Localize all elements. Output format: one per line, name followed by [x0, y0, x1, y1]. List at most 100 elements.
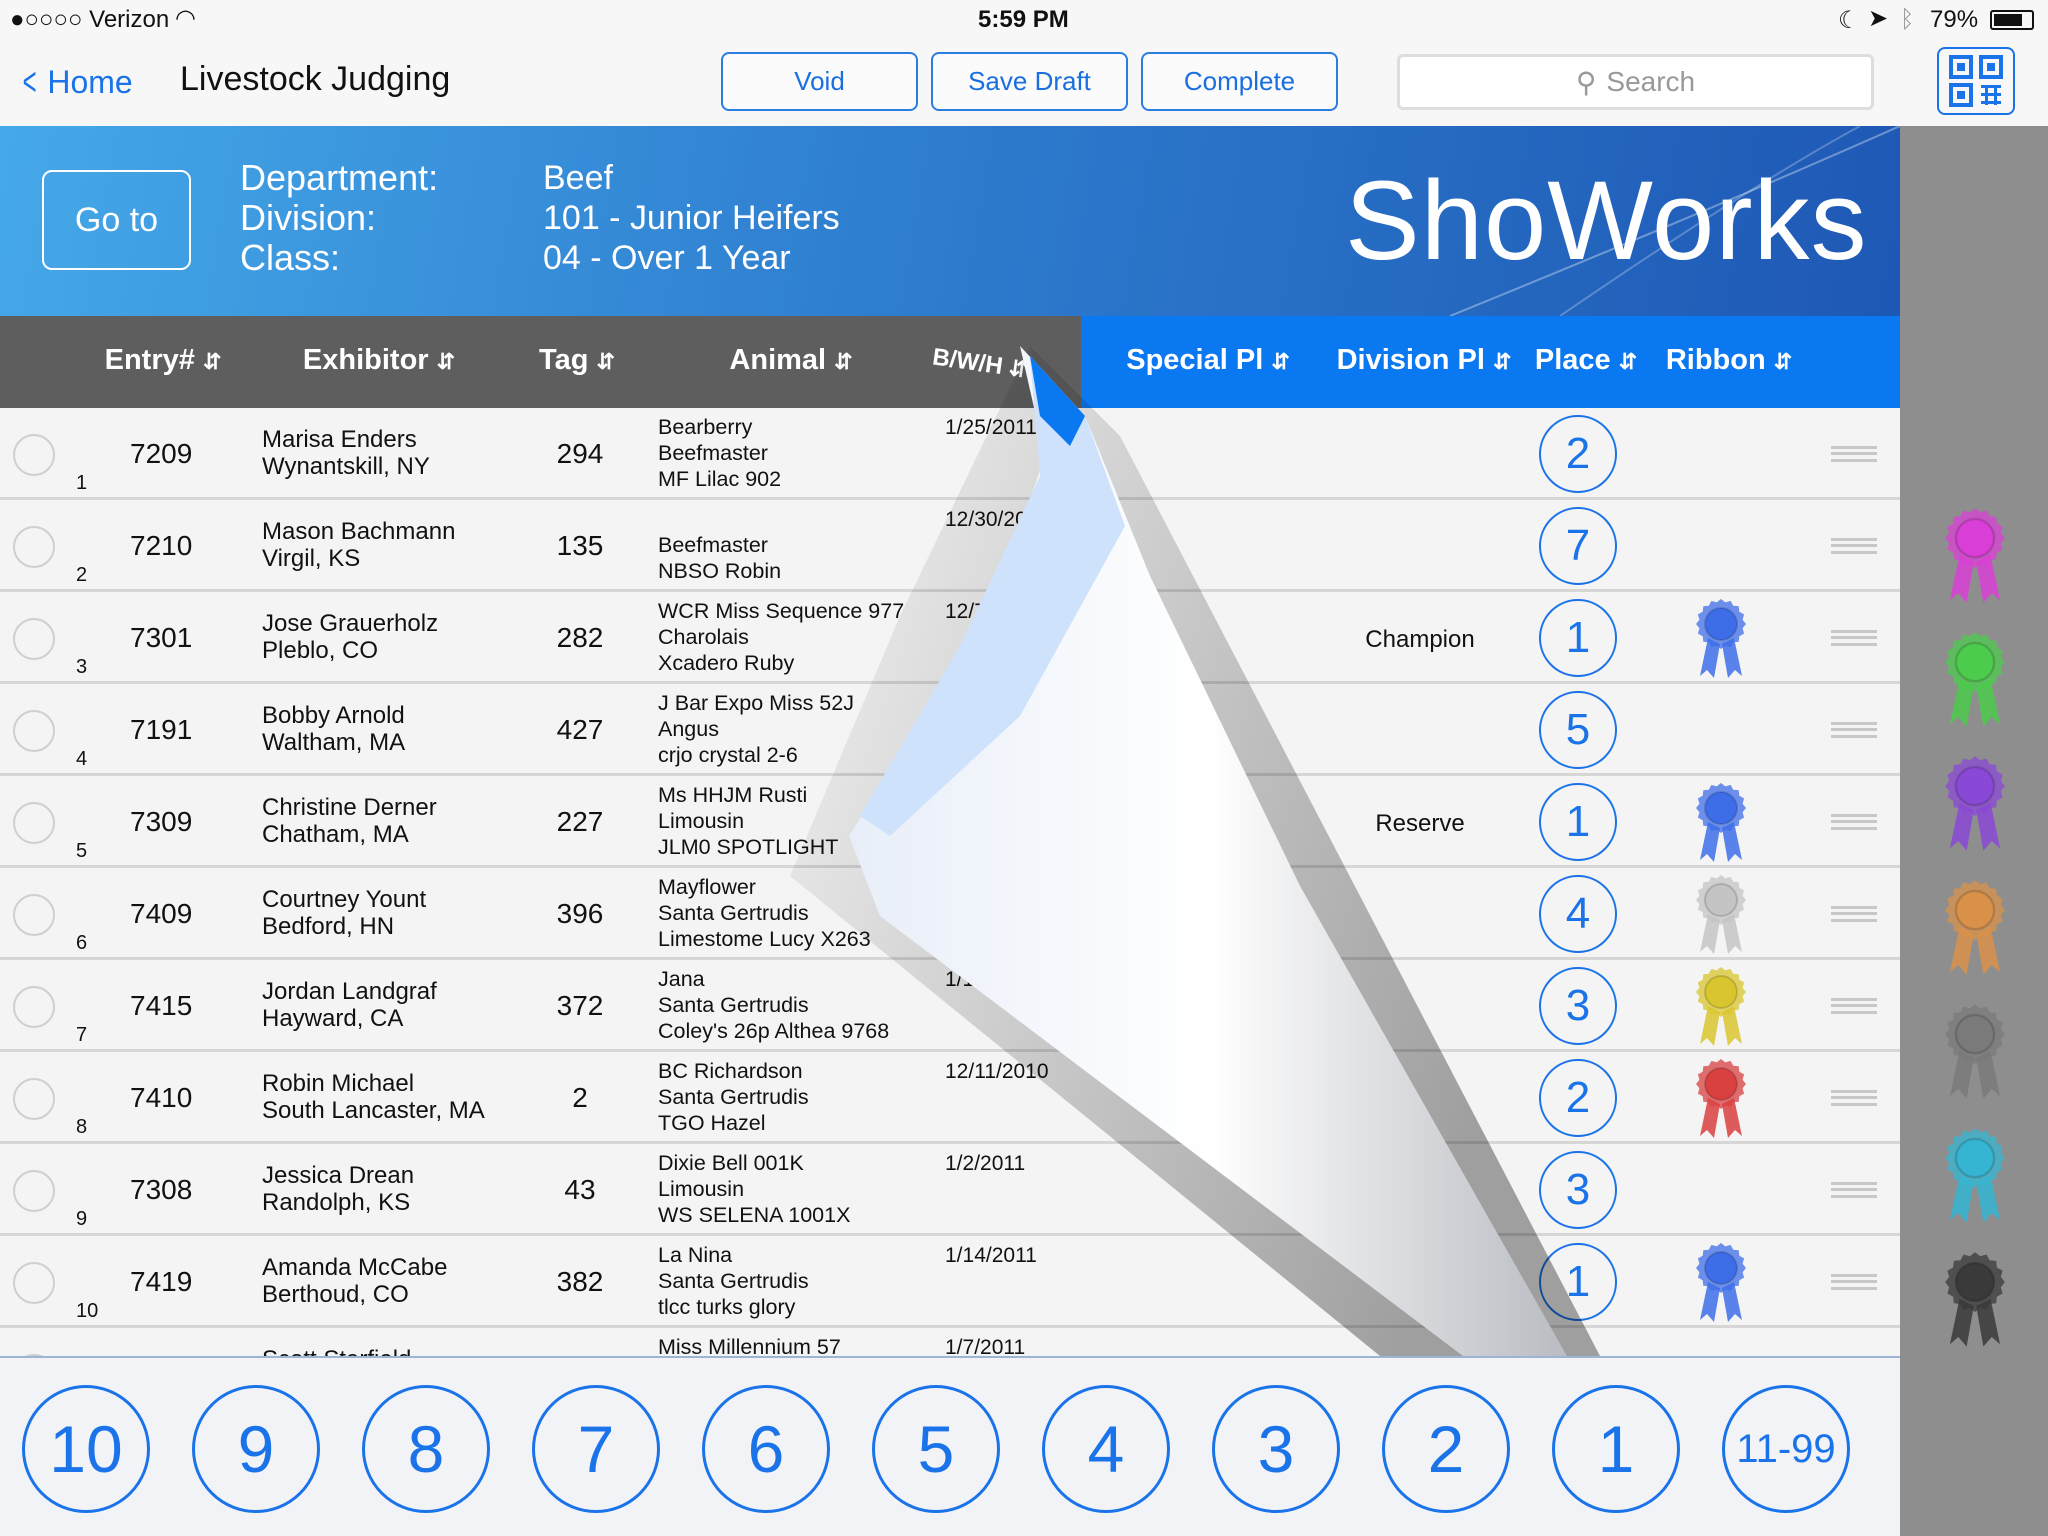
select-radio[interactable] — [13, 710, 55, 752]
ribbon-icon[interactable] — [1692, 1058, 1750, 1140]
save-draft-button[interactable]: Save Draft — [931, 52, 1128, 111]
drag-handle-icon[interactable] — [1831, 814, 1877, 830]
ribbon-option-icon[interactable] — [1940, 507, 2010, 605]
table-row[interactable]: 9 7308 Jessica Drean Randolph, KS 43 Dixie Be… — [0, 1144, 1900, 1236]
drag-handle-icon[interactable] — [1831, 446, 1877, 462]
place-circle[interactable]: 1 — [1539, 783, 1617, 861]
select-radio[interactable] — [13, 802, 55, 844]
drag-handle-icon[interactable] — [1831, 630, 1877, 646]
drag-handle-icon[interactable] — [1831, 1090, 1877, 1106]
column-animal[interactable]: Animal ⇵ — [729, 344, 852, 377]
clock: 5:59 PM — [978, 6, 1069, 33]
search-icon: ⚲ — [1575, 66, 1597, 98]
place-circle[interactable]: 4 — [1539, 875, 1617, 953]
place-circle[interactable]: 1 — [1539, 1243, 1617, 1321]
complete-button[interactable]: Complete — [1141, 52, 1338, 111]
animal-registered-name: Coley's 26p Althea 9768 — [658, 1019, 890, 1043]
column-place[interactable]: Place ⇵ — [1535, 344, 1637, 377]
place-circle[interactable]: 2 — [1539, 1059, 1617, 1137]
table-row[interactable]: 10 7419 Amanda McCabe Berthoud, CO 382 La Nin… — [0, 1236, 1900, 1328]
go-to-button[interactable]: Go to — [42, 170, 191, 270]
select-radio[interactable] — [13, 1170, 55, 1212]
search-input[interactable]: ⚲ Search — [1397, 54, 1874, 110]
ribbon-icon[interactable] — [1692, 1242, 1750, 1324]
animal-name: La Nina — [658, 1243, 733, 1267]
ribbon-option-icon[interactable] — [1940, 1127, 2010, 1225]
ribbon-icon[interactable] — [1692, 966, 1750, 1048]
exhibitor-location: Virgil, KS — [262, 545, 361, 572]
column-entry[interactable]: Entry# ⇵ — [105, 344, 222, 377]
animal-breed: Limousin — [658, 809, 745, 833]
select-radio[interactable] — [13, 618, 55, 660]
ribbon-icon[interactable] — [1692, 874, 1750, 956]
ribbon-option-icon[interactable] — [1940, 1003, 2010, 1101]
tag-number: 294 — [556, 438, 604, 469]
select-radio[interactable] — [13, 986, 55, 1028]
table-row[interactable]: 8 7410 Robin Michael South Lancaster, MA 2 BC… — [0, 1052, 1900, 1144]
ribbon-icon[interactable] — [1692, 598, 1750, 680]
sort-icon: ⇵ — [1492, 349, 1512, 374]
animal-name: Dixie Bell 001K — [658, 1151, 804, 1175]
exhibitor-location: Chatham, MA — [262, 821, 409, 848]
table-row[interactable]: 4 7191 Bobby Arnold Waltham, MA 427 J Bar Exp… — [0, 684, 1900, 776]
place-button-7[interactable]: 7 — [532, 1385, 660, 1513]
drag-handle-icon[interactable] — [1831, 538, 1877, 554]
ribbon-option-icon[interactable] — [1940, 879, 2010, 977]
select-radio[interactable] — [13, 894, 55, 936]
place-button-11-99[interactable]: 11-99 — [1722, 1385, 1850, 1513]
drag-handle-icon[interactable] — [1831, 1274, 1877, 1290]
ribbon-option-icon[interactable] — [1940, 631, 2010, 729]
select-radio[interactable] — [13, 434, 55, 476]
back-button[interactable]: < Home — [18, 60, 133, 105]
select-radio[interactable] — [13, 1262, 55, 1304]
bluetooth-icon: ᛒ — [1900, 6, 1915, 33]
table-row[interactable]: 2 7210 Mason Bachmann Virgil, KS 135 Beefmast… — [0, 500, 1900, 592]
table-row[interactable]: 7 7415 Jordan Landgraf Hayward, CA 372 Jana Sa… — [0, 960, 1900, 1052]
exhibitor-location: Bedford, HN — [262, 913, 395, 940]
tag-number: 427 — [556, 714, 604, 745]
entry-number: 7415 — [130, 990, 193, 1021]
place-button-4[interactable]: 4 — [1042, 1385, 1170, 1513]
void-button[interactable]: Void — [721, 52, 918, 111]
place-circle[interactable]: 3 — [1539, 967, 1617, 1045]
ribbon-option-icon[interactable] — [1940, 755, 2010, 853]
column-exhibitor[interactable]: Exhibitor ⇵ — [303, 344, 455, 377]
qr-scan-button[interactable] — [1937, 47, 2015, 115]
table-row[interactable]: 3 7301 Jose Grauerholz Pleblo, CO 282 WCR Mis… — [0, 592, 1900, 684]
drag-handle-icon[interactable] — [1831, 722, 1877, 738]
column-ribbon[interactable]: Ribbon ⇵ — [1666, 344, 1792, 377]
place-button-6[interactable]: 6 — [702, 1385, 830, 1513]
column-special-pl[interactable]: Special Pl ⇵ — [1126, 344, 1290, 377]
place-circle[interactable]: 5 — [1539, 691, 1617, 769]
place-button-9[interactable]: 9 — [192, 1385, 320, 1513]
animal-breed: Charolais — [658, 625, 749, 649]
drag-handle-icon[interactable] — [1831, 998, 1877, 1014]
place-circle[interactable]: 2 — [1539, 415, 1617, 493]
column-division-pl[interactable]: Division Pl ⇵ — [1337, 344, 1512, 377]
place-button-3[interactable]: 3 — [1212, 1385, 1340, 1513]
table-row[interactable]: Scott Starfield Miss Millennium 57 1/7/201… — [0, 1328, 1900, 1356]
column-b-w-h[interactable]: B/W/H ⇵ — [931, 343, 1030, 384]
select-radio[interactable] — [13, 1078, 55, 1120]
place-circle[interactable]: 7 — [1539, 507, 1617, 585]
place-button-2[interactable]: 2 — [1382, 1385, 1510, 1513]
entry-number: 7309 — [130, 806, 193, 837]
place-button-10[interactable]: 10 — [22, 1385, 150, 1513]
ribbon-icon[interactable] — [1692, 782, 1750, 864]
column-tag[interactable]: Tag ⇵ — [539, 344, 615, 377]
drag-handle-icon[interactable] — [1831, 1182, 1877, 1198]
table-row[interactable]: 1 7209 Marisa Enders Wynantskill, NY 294 Bear… — [0, 408, 1900, 500]
column-label: Division Pl — [1336, 344, 1485, 376]
ribbon-option-icon[interactable] — [1940, 1251, 2010, 1349]
exhibitor-location: Pleblo, CO — [262, 637, 379, 664]
place-button-1[interactable]: 1 — [1552, 1385, 1680, 1513]
animal-registered-name: WS SELENA 1001X — [658, 1203, 851, 1227]
table-row[interactable]: 5 7309 Christine Derner Chatham, MA 227 Ms HH… — [0, 776, 1900, 868]
place-button-8[interactable]: 8 — [362, 1385, 490, 1513]
table-row[interactable]: 6 7409 Courtney Yount Bedford, HN 396 Mayflow… — [0, 868, 1900, 960]
select-radio[interactable] — [13, 526, 55, 568]
place-circle[interactable]: 3 — [1539, 1151, 1617, 1229]
drag-handle-icon[interactable] — [1831, 906, 1877, 922]
place-button-5[interactable]: 5 — [872, 1385, 1000, 1513]
place-circle[interactable]: 1 — [1539, 599, 1617, 677]
